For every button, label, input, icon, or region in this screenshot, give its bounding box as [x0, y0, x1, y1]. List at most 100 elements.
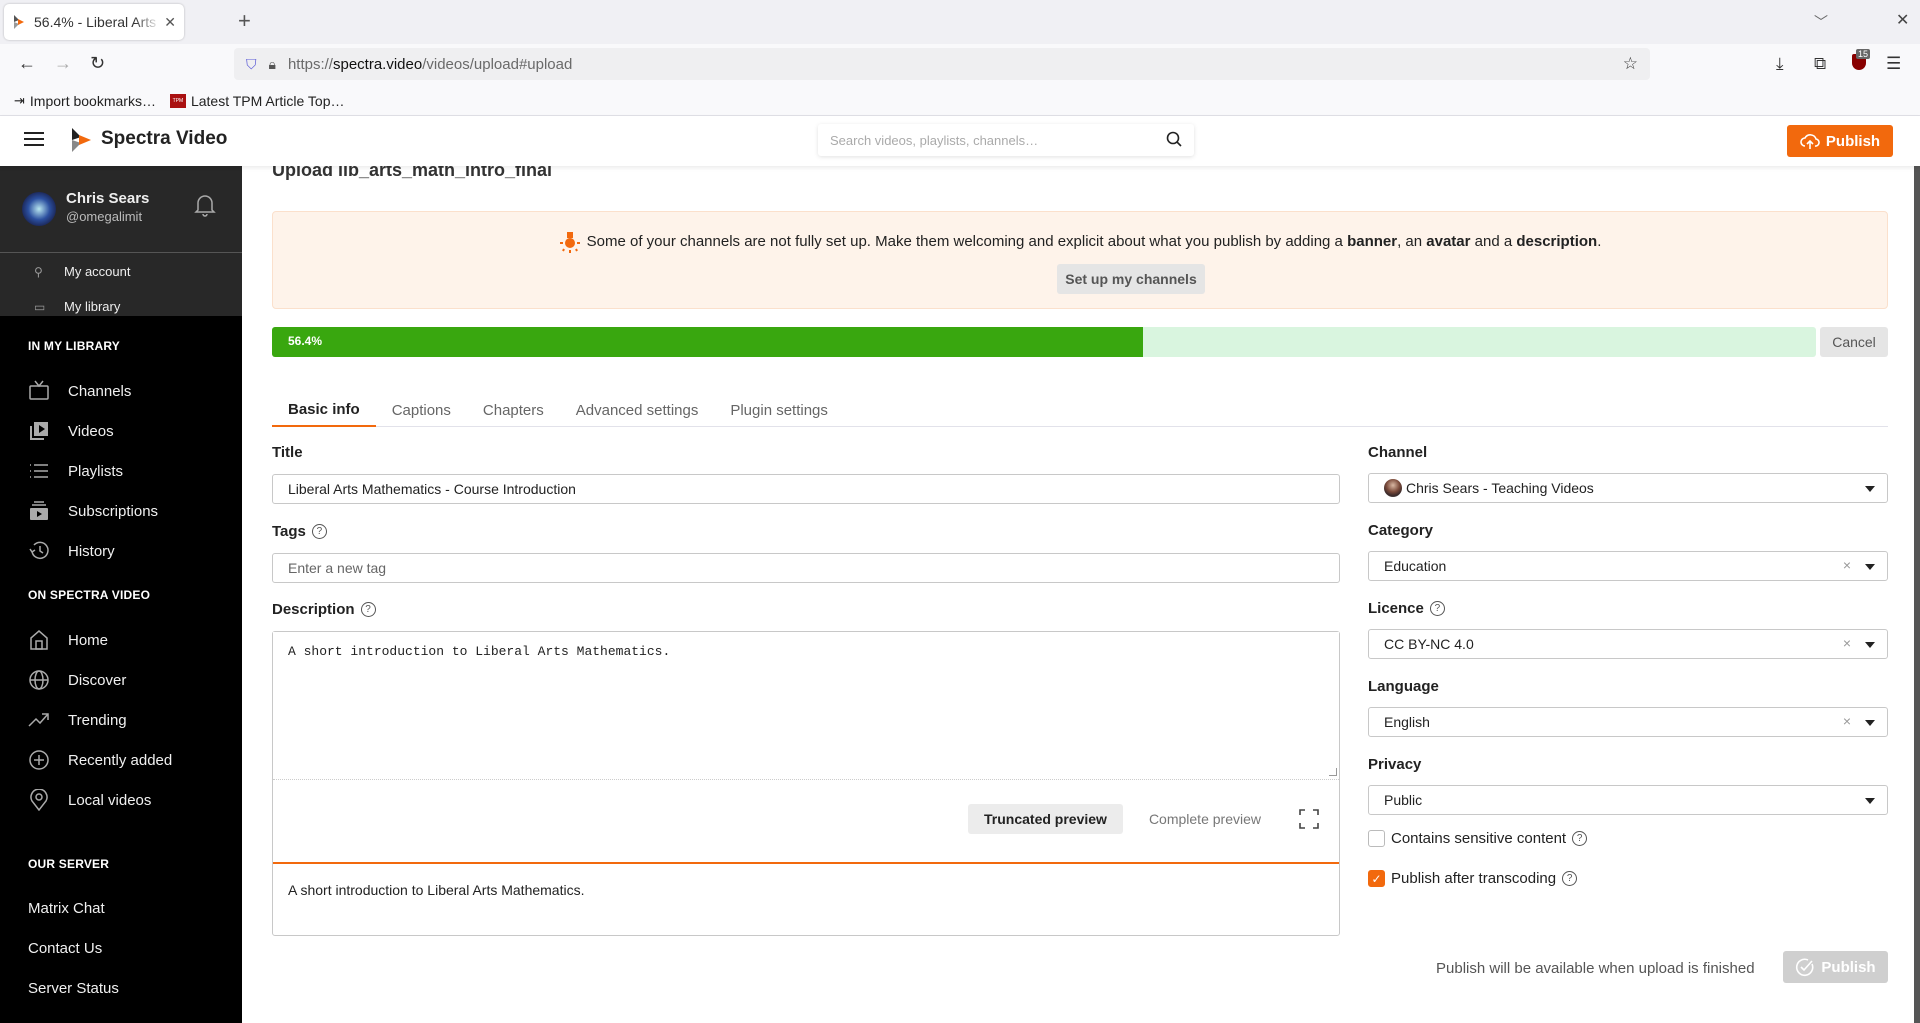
- brand-name[interactable]: Spectra Video: [101, 128, 227, 150]
- extension-badge: 15: [1856, 49, 1871, 59]
- user-handle: @omegalimit: [66, 209, 143, 224]
- description-textarea[interactable]: A short introduction to Liberal Arts Mat…: [273, 632, 1339, 780]
- plus-circle-icon: [29, 750, 49, 770]
- link-contact-us[interactable]: Contact Us: [28, 940, 102, 957]
- lock-icon[interactable]: 🔒︎: [269, 56, 276, 73]
- title-label: Title: [272, 444, 303, 461]
- language-select[interactable]: English ×: [1368, 707, 1888, 737]
- tab-basic-info[interactable]: Basic info: [272, 393, 376, 427]
- help-icon[interactable]: ?: [1572, 831, 1588, 846]
- import-icon: ⇥: [14, 92, 25, 108]
- main-content: Upload lib_arts_math_intro_final Some of…: [242, 160, 1920, 1023]
- link-matrix-chat[interactable]: Matrix Chat: [28, 900, 105, 917]
- channel-select[interactable]: Chris Sears - Teaching Videos: [1368, 473, 1888, 503]
- new-tab-button[interactable]: +: [238, 8, 251, 34]
- videos-icon: [30, 422, 48, 440]
- help-icon[interactable]: ?: [1429, 601, 1445, 616]
- search-input[interactable]: [830, 132, 1150, 148]
- sidebar-item-local-videos[interactable]: Local videos: [28, 788, 151, 812]
- sensitive-content-row: Contains sensitive content ?: [1368, 830, 1588, 847]
- sidebar-item-videos[interactable]: Videos: [28, 419, 114, 443]
- reload-icon[interactable]: ↻: [90, 53, 105, 74]
- downloads-icon[interactable]: ⤓: [1776, 54, 1784, 74]
- publish-after-transcoding-checkbox[interactable]: ✓: [1368, 870, 1385, 887]
- chevron-down-icon[interactable]: [1865, 720, 1875, 726]
- complete-preview-button[interactable]: Complete preview: [1133, 804, 1277, 834]
- truncated-preview-button[interactable]: Truncated preview: [968, 804, 1123, 834]
- title-field[interactable]: [272, 474, 1340, 504]
- privacy-label: Privacy: [1368, 756, 1421, 773]
- chevron-down-icon[interactable]: [1865, 798, 1875, 804]
- subscriptions-icon: [30, 501, 48, 520]
- cancel-upload-button[interactable]: Cancel: [1820, 327, 1888, 357]
- search-box[interactable]: [818, 124, 1194, 156]
- sidebar-item-label: Playlists: [68, 462, 124, 480]
- tags-field[interactable]: [272, 553, 1340, 583]
- publish-button[interactable]: Publish: [1783, 951, 1888, 983]
- spectra-logo-icon[interactable]: [70, 128, 92, 152]
- tab-captions[interactable]: Captions: [376, 393, 467, 427]
- notification-bell-icon[interactable]: [194, 193, 216, 217]
- sidebar-item-home[interactable]: Home: [28, 628, 108, 652]
- tags-input[interactable]: [288, 560, 1339, 576]
- user-icon: ⚲: [34, 264, 43, 279]
- upload-tabs: Basic info Captions Chapters Advanced se…: [272, 393, 1888, 427]
- clear-icon[interactable]: ×: [1843, 557, 1851, 573]
- resize-handle[interactable]: [1329, 768, 1337, 776]
- section-title-library: IN MY LIBRARY: [28, 339, 120, 353]
- title-input[interactable]: [288, 481, 1339, 497]
- tab-advanced-settings[interactable]: Advanced settings: [560, 393, 715, 427]
- licence-select[interactable]: CC BY-NC 4.0 ×: [1368, 629, 1888, 659]
- link-server-status[interactable]: Server Status: [28, 980, 119, 997]
- title-label-text: Title: [272, 444, 303, 461]
- chevron-down-icon[interactable]: [1865, 486, 1875, 492]
- sidebar-item-my-library[interactable]: ▭ My library: [34, 299, 120, 314]
- tab-close-icon[interactable]: ✕: [164, 14, 176, 31]
- avatar[interactable]: [22, 192, 56, 226]
- bookmark-star-icon[interactable]: ☆: [1623, 54, 1638, 74]
- user-name[interactable]: Chris Sears: [66, 190, 149, 207]
- clear-icon[interactable]: ×: [1843, 713, 1851, 729]
- chevron-down-icon[interactable]: [1865, 564, 1875, 570]
- url-bar[interactable]: ⛉ 🔒︎ https://spectra.video/videos/upload…: [234, 48, 1650, 80]
- bookmark-tpm[interactable]: TPM Latest TPM Article Top…: [169, 93, 345, 109]
- fullscreen-icon[interactable]: [1299, 809, 1319, 829]
- header-publish-button[interactable]: Publish: [1787, 125, 1893, 157]
- category-select[interactable]: Education ×: [1368, 551, 1888, 581]
- tab-list-chevron-icon[interactable]: ﹀: [1814, 12, 1828, 32]
- search-icon[interactable]: [1166, 131, 1182, 147]
- sidebar-item-my-account[interactable]: ⚲ My account: [34, 264, 130, 279]
- chevron-down-icon[interactable]: [1865, 642, 1875, 648]
- sidebar-item-recently-added[interactable]: Recently added: [28, 748, 172, 772]
- tags-label-text: Tags: [272, 523, 306, 540]
- forward-arrow-icon[interactable]: →: [54, 53, 72, 74]
- app-menu-icon[interactable]: ☰: [1886, 54, 1901, 74]
- publish-after-transcoding-label[interactable]: Publish after transcoding: [1391, 870, 1556, 887]
- setup-channels-button[interactable]: Set up my channels: [1057, 264, 1205, 294]
- sidebar-item-channels[interactable]: Channels: [28, 379, 131, 403]
- sidebar-item-playlists[interactable]: Playlists: [28, 459, 123, 483]
- sidebar-item-trending[interactable]: Trending: [28, 708, 127, 732]
- tab-chapters[interactable]: Chapters: [467, 393, 560, 427]
- back-arrow-icon[interactable]: ←: [18, 53, 36, 74]
- sidebar-item-discover[interactable]: Discover: [28, 668, 126, 692]
- divider: [0, 252, 242, 253]
- tab-plugin-settings[interactable]: Plugin settings: [714, 393, 844, 427]
- help-icon[interactable]: ?: [1562, 871, 1578, 886]
- browser-tab[interactable]: 56.4% - Liberal Arts Math ✕: [4, 4, 184, 40]
- window-close-icon[interactable]: ✕: [1896, 10, 1909, 30]
- publish-button-label: Publish: [1821, 958, 1876, 976]
- sensitive-content-label[interactable]: Contains sensitive content: [1391, 830, 1566, 847]
- privacy-select[interactable]: Public: [1368, 785, 1888, 815]
- sidebar-item-history[interactable]: History: [28, 539, 115, 563]
- menu-toggle-icon[interactable]: [24, 130, 44, 148]
- sensitive-content-checkbox[interactable]: [1368, 830, 1385, 847]
- sidebar-item-subscriptions[interactable]: Subscriptions: [28, 499, 158, 523]
- clear-icon[interactable]: ×: [1843, 635, 1851, 651]
- shield-icon[interactable]: ⛉: [246, 56, 257, 73]
- upload-progress-bar: 56.4%: [272, 327, 1816, 357]
- bookmark-import[interactable]: ⇥ Import bookmarks…: [14, 93, 156, 109]
- help-icon[interactable]: ?: [360, 602, 376, 617]
- help-icon[interactable]: ?: [311, 524, 327, 539]
- extensions-icon[interactable]: ⧉: [1814, 54, 1826, 74]
